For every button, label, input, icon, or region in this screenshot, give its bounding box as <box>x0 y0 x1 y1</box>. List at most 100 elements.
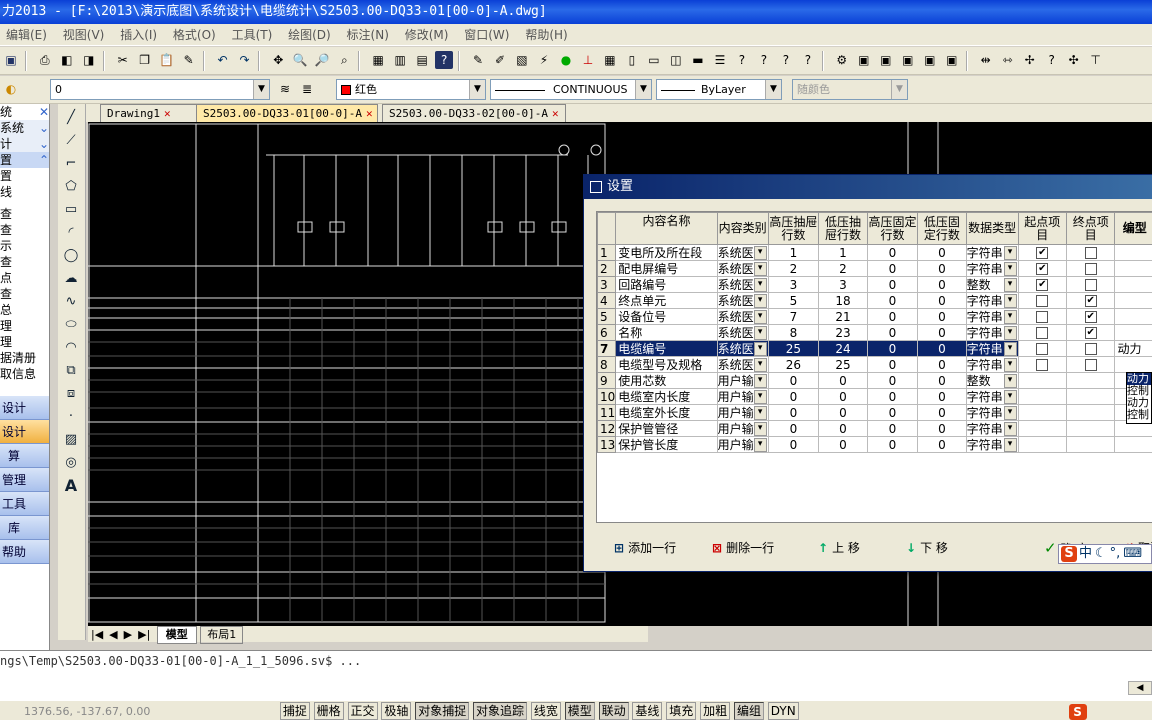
table-row[interactable]: 8电缆型号及规格系统医262500字符串 <box>597 356 1152 373</box>
cell-hv-drawer[interactable]: 2 <box>767 260 820 277</box>
header-lv-drawer[interactable]: 低压抽屉行数 <box>818 212 868 245</box>
arc-icon[interactable]: ◜ <box>62 224 80 242</box>
menu-modify[interactable]: 修改(M) <box>399 24 455 45</box>
move-down-button[interactable]: ↓ 下 移 <box>906 539 948 557</box>
cell-data-type[interactable]: 字符串 <box>965 308 1019 325</box>
start-item-checkbox[interactable]: ✔ <box>1036 279 1049 291</box>
panel-item[interactable]: 计 ⌄ <box>0 136 49 152</box>
cell-end-item[interactable] <box>1066 436 1116 453</box>
align-icon-2[interactable]: ⇿ <box>999 51 1017 69</box>
layer-manager-icon[interactable]: ≋ <box>276 80 294 98</box>
cell-hv-drawer[interactable]: 25 <box>767 340 820 357</box>
table-tool-icon[interactable]: ▦ <box>601 51 619 69</box>
header-hv-fixed[interactable]: 高压固定行数 <box>866 212 919 245</box>
ellipse-icon[interactable]: ⬭ <box>62 316 80 334</box>
end-item-checkbox[interactable] <box>1084 263 1097 275</box>
cell-content-name[interactable]: 保护管管径 <box>615 420 718 437</box>
menu-dimension[interactable]: 标注(N) <box>341 24 395 45</box>
cell-data-type[interactable]: 字符串 <box>965 388 1019 405</box>
help-icon-6[interactable]: ? <box>1043 51 1061 69</box>
prev-tab-icon[interactable]: ◀ <box>106 627 120 643</box>
dyn-toggle[interactable]: DYN <box>767 702 799 720</box>
align-icon-1[interactable]: ⇹ <box>977 51 995 69</box>
bus-tool-icon[interactable]: ▬ <box>689 51 707 69</box>
cell-end-item[interactable] <box>1066 356 1116 373</box>
cell-hv-drawer[interactable]: 0 <box>767 420 820 437</box>
scroll-left-icon[interactable]: ◀ <box>1128 681 1152 695</box>
cell-lv-fixed[interactable]: 0 <box>917 340 967 357</box>
construction-line-icon[interactable]: ⟋ <box>62 132 80 150</box>
ellipse-arc-icon[interactable]: ◠ <box>62 339 80 357</box>
cell-lv-fixed[interactable]: 0 <box>917 420 967 437</box>
panel-item[interactable]: 查 <box>0 254 49 270</box>
panel-item[interactable]: 查 <box>0 286 49 302</box>
match-prop-icon[interactable]: ✎ <box>180 51 198 69</box>
cell-content-category[interactable]: 用户输 <box>716 436 769 453</box>
cell-content-name[interactable]: 变电所及所在段 <box>615 244 718 261</box>
header-end-item[interactable]: 终点项目 <box>1066 212 1116 245</box>
panel-button-active[interactable]: 设计 <box>0 420 49 444</box>
start-item-checkbox[interactable]: ✔ <box>1036 263 1049 275</box>
cell-lv-fixed[interactable]: 0 <box>917 292 967 309</box>
cell-start-item[interactable] <box>1017 404 1068 421</box>
rectangle-icon[interactable]: ▭ <box>62 201 80 219</box>
cell-hv-drawer[interactable]: 0 <box>767 404 820 421</box>
end-item-checkbox[interactable] <box>1084 279 1097 291</box>
table-row[interactable]: 7电缆编号系统医252400字符串动力 <box>597 340 1152 357</box>
paste-icon[interactable]: 📋 <box>158 51 176 69</box>
cell-hv-fixed[interactable]: 0 <box>866 388 919 405</box>
cell-lv-drawer[interactable]: 2 <box>818 260 868 277</box>
start-item-checkbox[interactable] <box>1036 327 1049 339</box>
pan-icon[interactable]: ✥ <box>269 51 287 69</box>
dialog-title-bar[interactable]: 设置 <box>584 175 1152 199</box>
cell-code-type[interactable] <box>1114 436 1152 453</box>
menu-help[interactable]: 帮助(H) <box>519 24 573 45</box>
cell-end-item[interactable] <box>1066 420 1116 437</box>
cell-lv-drawer[interactable]: 18 <box>818 292 868 309</box>
cell-end-item[interactable]: ✔ <box>1066 308 1116 325</box>
end-item-checkbox[interactable] <box>1084 247 1097 259</box>
ime-status-icon[interactable]: S <box>1068 703 1087 720</box>
menu-window[interactable]: 窗口(W) <box>458 24 515 45</box>
cell-start-item[interactable] <box>1017 340 1068 357</box>
cell-start-item[interactable] <box>1017 308 1068 325</box>
cell-end-item[interactable] <box>1066 276 1116 293</box>
cell-lv-drawer[interactable]: 1 <box>818 244 868 261</box>
undo-icon[interactable]: ↶ <box>213 51 231 69</box>
cell-hv-drawer[interactable]: 0 <box>767 372 820 389</box>
cell-start-item[interactable]: ✔ <box>1017 276 1068 293</box>
cell-end-item[interactable]: ✔ <box>1066 292 1116 309</box>
cell-lv-fixed[interactable]: 0 <box>917 260 967 277</box>
baseline-toggle[interactable]: 基线 <box>632 702 663 720</box>
polyline-icon[interactable]: ⌐ <box>62 155 80 173</box>
hatch-icon[interactable]: ▨ <box>62 431 80 449</box>
link-toggle[interactable]: 联动 <box>598 702 629 720</box>
header-hv-drawer[interactable]: 高压抽屉行数 <box>767 212 820 245</box>
cell-content-category[interactable]: 用户输 <box>716 420 769 437</box>
polar-toggle[interactable]: 极轴 <box>381 702 412 720</box>
component-tool-icon[interactable]: ⚡ <box>535 51 553 69</box>
cell-code-type[interactable]: 动力 <box>1114 340 1152 357</box>
tab-dq33-01[interactable]: S2503.00-DQ33-01[00-0]-A ✕ <box>196 104 378 122</box>
add-row-button[interactable]: ⊞ 添加一行 <box>614 539 676 557</box>
cell-lv-fixed[interactable]: 0 <box>917 308 967 325</box>
wire-tool-icon[interactable]: ✎ <box>469 51 487 69</box>
panel-item[interactable]: 取信息 <box>0 366 49 382</box>
cell-data-type[interactable]: 整数 <box>965 276 1019 293</box>
cell-content-name[interactable]: 电缆编号 <box>615 340 718 357</box>
green-dot-icon[interactable]: ● <box>557 51 575 69</box>
align-icon-4[interactable]: ✣ <box>1065 51 1083 69</box>
panel-item[interactable]: 系统 ⌄ <box>0 120 49 136</box>
menu-edit[interactable]: 编辑(E) <box>0 24 53 45</box>
otrack-toggle[interactable]: 对象追踪 <box>473 702 528 720</box>
cell-lv-drawer[interactable]: 25 <box>818 356 868 373</box>
region-icon[interactable]: ◎ <box>62 454 80 472</box>
start-item-checkbox[interactable] <box>1036 311 1049 323</box>
panel-item[interactable]: 总 <box>0 302 49 318</box>
header-content-name[interactable]: 内容名称 <box>615 212 718 245</box>
line-icon[interactable]: ╱ <box>62 109 80 127</box>
panel-item[interactable]: 查 <box>0 222 49 238</box>
cell-lv-fixed[interactable]: 0 <box>917 356 967 373</box>
cell-lv-fixed[interactable]: 0 <box>917 436 967 453</box>
start-item-checkbox[interactable]: ✔ <box>1036 247 1049 259</box>
